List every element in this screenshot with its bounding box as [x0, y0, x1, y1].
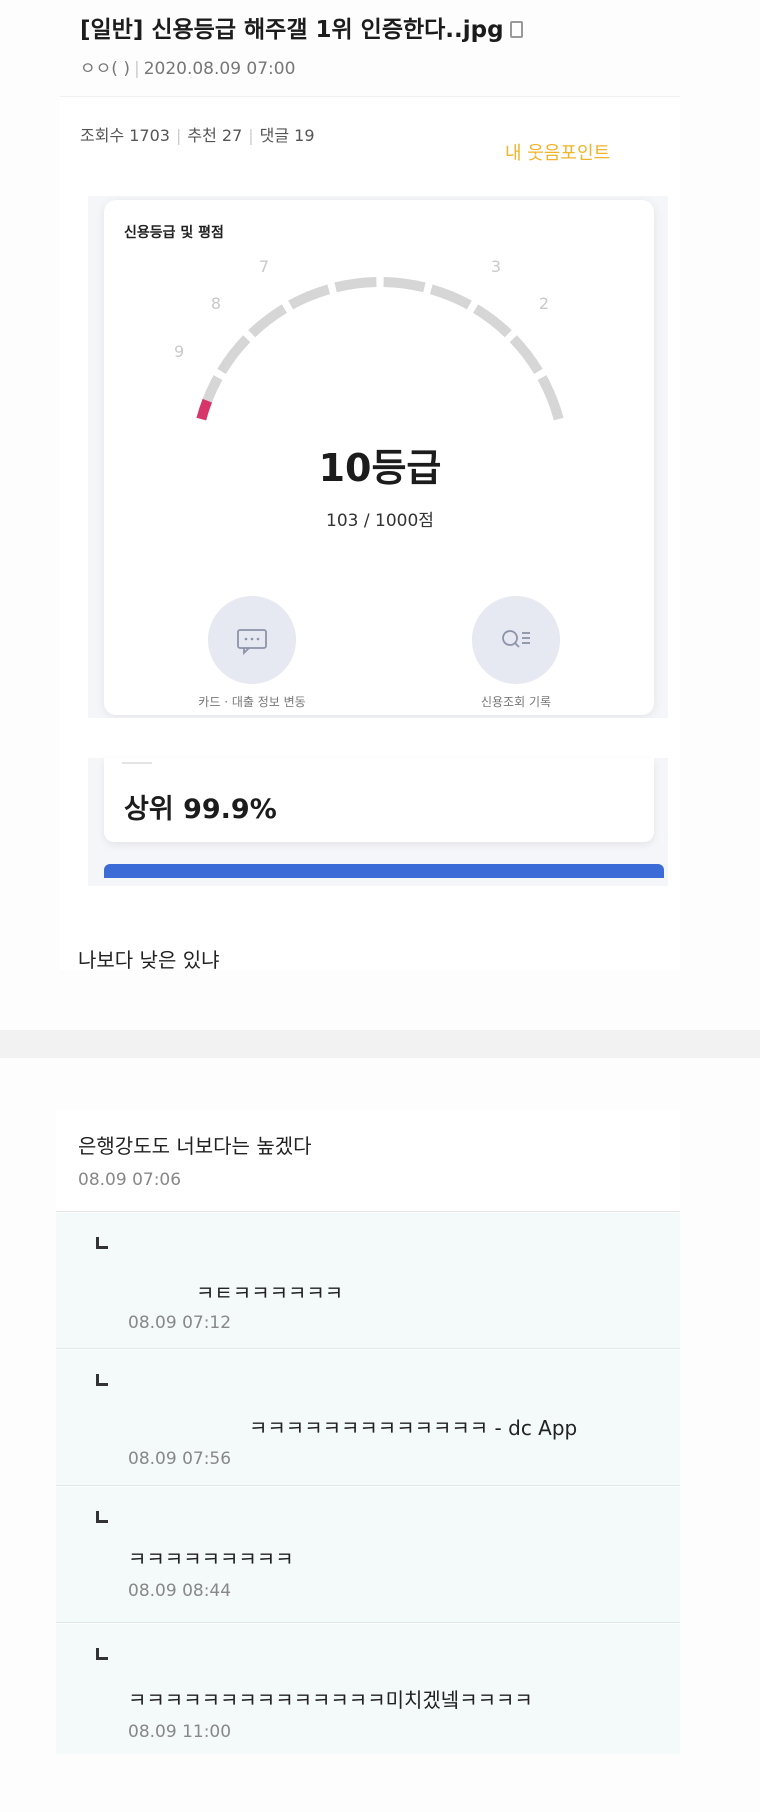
message-icon — [237, 629, 267, 656]
gauge-segment — [217, 335, 251, 375]
gauge-label: 6 — [315, 252, 325, 253]
reply-arrow-icon — [96, 1511, 108, 1523]
comment-time: 08.09 07:06 — [78, 1170, 182, 1190]
reply-arrow-icon — [96, 1648, 108, 1660]
reply-time: 08.09 07:12 — [128, 1313, 232, 1333]
credit-history-button[interactable] — [472, 596, 560, 684]
reply-time: 08.09 07:56 — [128, 1449, 232, 1469]
post-meta: ㅇㅇ( ) | 2020.08.09 07:00 — [80, 54, 295, 79]
comment-count[interactable]: 댓글 19 — [260, 126, 315, 145]
post-datetime: 2020.08.09 07:00 — [143, 59, 296, 79]
gauge-label: 3 — [491, 257, 501, 276]
gauge-segment — [383, 277, 426, 293]
card-loan-change-button[interactable] — [208, 596, 296, 684]
meta-separator: | — [133, 59, 140, 79]
gauge-label: 8 — [211, 294, 221, 313]
gauge-label: 2 — [539, 294, 549, 313]
credit-gauge: 98765432 — [174, 252, 564, 421]
reply-item: ㅋㅋㅋㅋㅋㅋㅋㅋㅋ 08.09 08:44 — [56, 1487, 680, 1623]
reply-item: ㅋㅋㅋㅋㅋㅋㅋㅋㅋㅋㅋㅋㅋ - dc App 08.09 07:56 — [56, 1350, 680, 1486]
credit-grade: 10등급 — [318, 446, 442, 490]
mobile-icon — [509, 21, 523, 38]
credit-score: 103 / 1000점 — [326, 511, 434, 531]
rank-text: 상위 99.9% — [124, 794, 277, 825]
blue-action-bar — [104, 864, 664, 878]
author-name[interactable]: ㅇㅇ( ) — [80, 59, 130, 79]
gauge-segment — [288, 284, 331, 310]
comment — [56, 1110, 680, 1212]
gauge-segment — [429, 284, 472, 310]
reply-text: ㅋㅌㅋㅋㅋㅋㅋㅋ — [196, 1281, 344, 1305]
reply-item: ㅋㅋㅋㅋㅋㅋㅋㅋㅋㅋㅋㅋㅋㅋ미치겠넼ㅋㅋㅋㅋ 08.09 11:00 — [56, 1624, 680, 1754]
reply-text: ㅋㅋㅋㅋㅋㅋㅋㅋㅋㅋㅋㅋㅋ - dc App — [249, 1416, 578, 1440]
annotation-text: 내 웃음포인트 — [505, 143, 611, 164]
recommend-count: 추천 27 — [187, 126, 243, 145]
card-loan-change-label: 카드 · 대출 정보 변동 — [198, 695, 306, 709]
gauge-fill — [196, 398, 212, 421]
section-divider — [0, 1030, 760, 1058]
gauge-segment — [248, 304, 288, 338]
reply-arrow-icon — [96, 1237, 108, 1249]
reply-text: ㅋㅋㅋㅋㅋㅋㅋㅋㅋㅋㅋㅋㅋㅋ미치겠넼ㅋㅋㅋㅋ — [128, 1688, 533, 1712]
gauge-segment — [537, 375, 564, 421]
reply-time: 08.09 08:44 — [128, 1581, 232, 1601]
post-stats: 조회수 1703 | 추천 27 | 댓글 19 — [80, 122, 315, 146]
reply-text: ㅋㅋㅋㅋㅋㅋㅋㅋㅋ — [128, 1547, 294, 1571]
gauge-label: 9 — [174, 342, 184, 361]
credit-history-label: 신용조회 기록 — [480, 695, 552, 709]
post-title: [일반] 신용등급 해주갤 1위 인증한다..jpg — [80, 10, 523, 44]
gauge-segment — [334, 277, 377, 293]
stats-separator: | — [175, 126, 182, 145]
gauge-label: 7 — [259, 257, 269, 276]
stats-separator: | — [248, 126, 254, 145]
view-count: 조회수 1703 — [80, 126, 170, 145]
comment-text: 은행강도도 너보다는 높겠다 — [78, 1134, 312, 1158]
reply-item: ㅋㅌㅋㅋㅋㅋㅋㅋ 08.09 07:12 — [56, 1213, 680, 1349]
gauge-segment — [509, 335, 543, 375]
reply-time: 08.09 11:00 — [128, 1722, 232, 1742]
rank-divider — [122, 762, 152, 764]
post-body-text: 나보다 낮은 있냐 — [78, 948, 220, 972]
reply-arrow-icon — [96, 1374, 108, 1386]
post-title-text: [일반] 신용등급 해주갤 1위 인증한다..jpg — [80, 17, 504, 43]
image-gap — [60, 718, 680, 758]
gauge-segment — [472, 304, 512, 338]
credit-title: 신용등급 및 평점 — [124, 225, 224, 241]
gauge-label: 4 — [435, 252, 445, 253]
search-list-icon — [502, 630, 530, 648]
